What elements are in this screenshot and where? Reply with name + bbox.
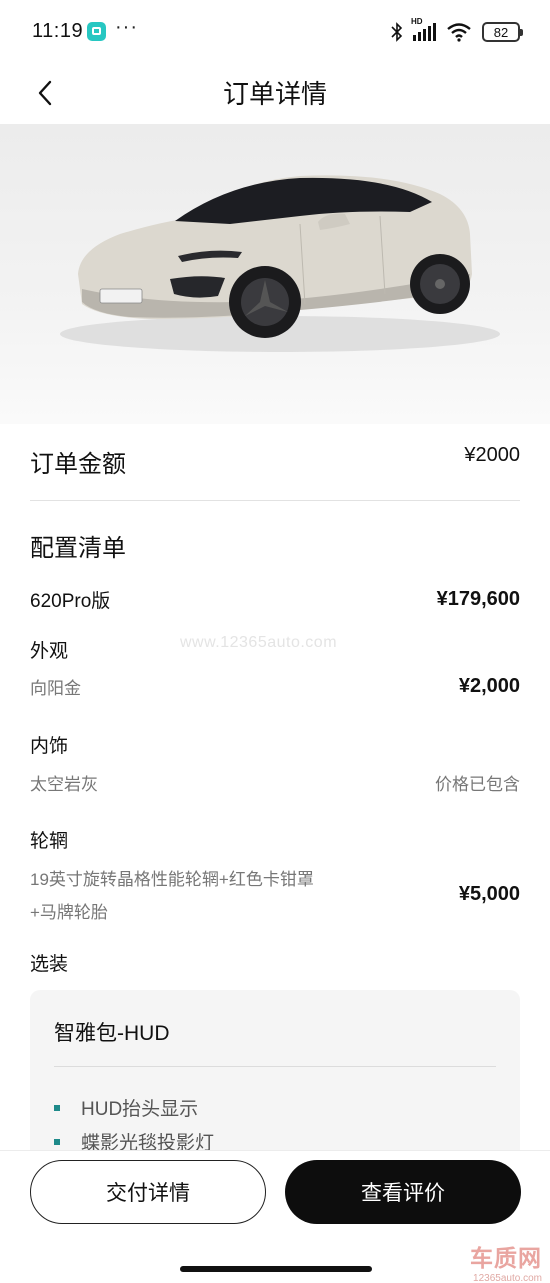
model-name: 620Pro版 (30, 591, 111, 612)
config-section-title: 配置清单 (30, 535, 126, 562)
status-bar: 11:19 ··· HD 82 (0, 0, 550, 62)
interior-price: 价格已包含 (435, 775, 520, 794)
options-label-row: 选装 (30, 949, 520, 976)
wheel-row: 19英寸旋转晶格性能轮辋+红色卡钳罩 +马牌轮胎 ¥5,000 (30, 865, 520, 923)
option-pack-divider (54, 1066, 496, 1067)
model-row: 620Pro版 ¥179,600 (30, 586, 520, 613)
feature-item: HUD抬头显示 (54, 1094, 198, 1121)
order-amount-row: 订单金额 ¥2000 (30, 444, 520, 479)
car-illustration (60, 175, 500, 352)
exterior-value: 向阳金 (30, 679, 81, 698)
interior-label: 内饰 (30, 736, 69, 757)
feature-label: HUD抬头显示 (81, 1099, 199, 1120)
exterior-label-row: 外观 (30, 636, 520, 663)
cellular-signal-icon: HD (411, 17, 436, 41)
wheel-value-line1: 19英寸旋转晶格性能轮辋+红色卡钳罩 (30, 870, 314, 889)
wheel-value-line2: +马牌轮胎 (30, 903, 108, 922)
battery-icon: 82 (482, 22, 523, 42)
divider (30, 500, 520, 501)
wifi-icon (447, 23, 471, 42)
wheel-price: ¥5,000 (458, 882, 520, 905)
order-amount-label: 订单金额 (30, 451, 126, 478)
page-title: 订单详情 (222, 79, 327, 109)
home-indicator[interactable] (180, 1266, 372, 1272)
bottom-action-bar: 交付详情 查看评价 车质网 12365auto.com (0, 1150, 550, 1283)
logo-text: 车质网 (470, 1245, 542, 1271)
exterior-label: 外观 (30, 641, 69, 662)
option-pack-title: 智雅包-HUD (54, 1022, 170, 1045)
header: 订单详情 (0, 62, 550, 124)
view-reviews-button[interactable]: 查看评价 (285, 1160, 521, 1224)
more-notifications-icon: ··· (115, 16, 138, 38)
bullet-icon (54, 1104, 60, 1111)
interior-label-row: 内饰 (30, 731, 520, 758)
interior-value: 太空岩灰 (30, 775, 98, 794)
battery-level: 82 (493, 24, 509, 40)
car-image (0, 124, 550, 424)
site-logo: 车质网 12365auto.com (470, 1239, 542, 1283)
wheel-label-row: 轮辋 (30, 826, 520, 853)
logo-url: 12365auto.com (473, 1273, 542, 1283)
config-title: 配置清单 (30, 528, 520, 563)
exterior-price: ¥2,000 (458, 675, 520, 697)
wheel-label: 轮辋 (30, 831, 69, 852)
model-price: ¥179,600 (436, 588, 520, 610)
bullet-icon (54, 1138, 60, 1145)
options-label: 选装 (30, 954, 69, 975)
app-notification-icon (87, 22, 106, 41)
status-time: 11:19 (32, 20, 84, 42)
exterior-row: 向阳金 ¥2,000 (30, 674, 520, 699)
delivery-details-button[interactable]: 交付详情 (30, 1160, 266, 1224)
order-amount-value: ¥2000 (464, 444, 520, 466)
interior-row: 太空岩灰 价格已包含 (30, 770, 520, 795)
hd-label: HD (411, 17, 423, 26)
bluetooth-icon (391, 22, 403, 42)
